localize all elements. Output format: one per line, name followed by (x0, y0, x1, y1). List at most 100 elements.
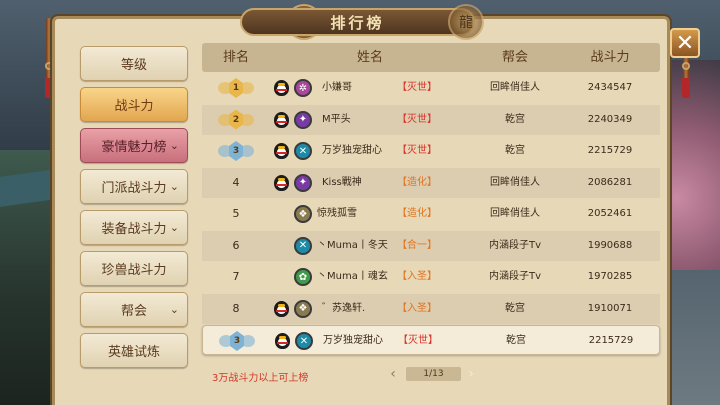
star-sect-icon: ✦ (294, 110, 312, 129)
table-row[interactable]: 1 ✲ 小嫌哥 【灭世】 回眸俏佳人 2434547 (202, 73, 660, 103)
table-row[interactable]: 6 ✕ 丶Muma丨冬天 【合一】 内涵段子Tv 1990688 (202, 230, 660, 261)
rank-number: 7 (232, 270, 240, 283)
sidebar-item[interactable]: 帮会 ⌄ (80, 292, 188, 327)
sidebar-item[interactable]: 豪情魅力榜 ⌄ (80, 128, 188, 163)
ranking-table: 排名 姓名 帮会 战斗力 1 ✲ 小嫌哥 【灭世】 回眸俏佳人 2434547 2 ✦ M平头【… (202, 43, 660, 363)
power-value: 1910071 (587, 302, 633, 314)
power-value: 2052461 (587, 208, 633, 219)
player-name[interactable]: 丶Muma丨冬天 (317, 231, 388, 261)
sidebar-item[interactable]: 战斗力 (80, 87, 188, 122)
realm-tag: 【造化】 (397, 176, 437, 188)
sidebar-item-label: 豪情魅力榜 (101, 140, 167, 155)
right-tassel-ornament (682, 78, 690, 98)
chevron-down-icon: ⌄ (169, 221, 179, 234)
power-value: 2215729 (588, 335, 634, 346)
realm-tag: 【入圣】 (397, 271, 437, 282)
player-name[interactable]: 丶Muma丨魂玄 (317, 262, 388, 292)
right-knot-ornament (682, 62, 690, 70)
guild-name: 回眸俏佳人 (490, 82, 540, 93)
gold-rank-badge-icon: 2 (218, 108, 254, 132)
shield-sect-icon: ❖ (294, 299, 312, 318)
guild-name: 回眸俏佳人 (490, 208, 540, 219)
cross-sect-icon: ✕ (294, 142, 312, 160)
qq-penguin-icon (274, 300, 289, 317)
table-row[interactable]: 2 ✦ M平头 【灭世】 乾宫 2240349 (202, 104, 660, 135)
player-name[interactable]: 惊残孤雪 (317, 199, 357, 229)
title-bar: 排行榜 (240, 8, 475, 36)
power-value: 2215729 (587, 145, 633, 156)
sidebar-item-label: 英雄试炼 (107, 345, 160, 360)
self-rank-row[interactable]: 3 ✕ 万岁独宠甜心 【灭世】 乾宫 2215729 (202, 325, 660, 355)
sidebar-item[interactable]: 装备战斗力 ⌄ (80, 210, 188, 245)
sidebar-item[interactable]: 珍兽战斗力 (80, 251, 188, 286)
header-guild: 帮会 (501, 50, 528, 65)
table-row[interactable]: 7 ✿ 丶Muma丨魂玄 【入圣】 内涵段子Tv 1970285 (202, 262, 660, 292)
blue-rank-badge-icon: 3 (218, 139, 254, 163)
leaf-sect-icon: ✿ (294, 268, 312, 286)
qq-penguin-icon (275, 333, 290, 349)
realm-tag: 【灭世】 (397, 145, 437, 156)
power-value: 2434547 (587, 82, 633, 93)
realm-tag: 【灭世】 (398, 335, 438, 346)
sidebar-item-label: 珍兽战斗力 (101, 263, 167, 278)
guild-name: 乾宫 (505, 302, 525, 314)
table-row[interactable]: 3 ✕ 万岁独宠甜心 【灭世】 乾宫 2215729 (202, 136, 660, 166)
guild-name: 乾宫 (506, 335, 526, 346)
sidebar-item[interactable]: 等级 (80, 46, 188, 81)
rank-number: 8 (232, 301, 240, 315)
header-power: 战斗力 (590, 50, 630, 65)
realm-tag: 【入圣】 (397, 302, 437, 314)
table-header: 排名 姓名 帮会 战斗力 (202, 43, 660, 72)
chevron-down-icon: ⌄ (169, 139, 179, 152)
player-name[interactable]: ゛苏逸轩. (322, 294, 365, 324)
table-row[interactable]: 4 ✦ Kiss戰神 【造化】 回眸俏佳人 2086281 (202, 167, 660, 198)
title-dragon-ornament-right: 龍 (448, 4, 484, 40)
sidebar-item[interactable]: 门派战斗力 ⌄ (80, 169, 188, 204)
sidebar-item-label: 战斗力 (114, 99, 154, 114)
rank-number: 5 (232, 207, 240, 220)
header-name: 姓名 (356, 50, 383, 65)
guild-name: 内涵段子Tv (488, 271, 542, 282)
power-value: 1970285 (587, 271, 633, 282)
player-name[interactable]: 万岁独宠甜心 (323, 326, 383, 356)
power-value: 2240349 (587, 113, 633, 125)
rank-number: 6 (232, 238, 240, 252)
qq-penguin-icon (274, 111, 289, 128)
guild-name: 回眸俏佳人 (490, 176, 540, 188)
qq-penguin-icon (274, 174, 289, 191)
chevron-down-icon: ⌄ (169, 180, 179, 193)
power-value: 2086281 (587, 176, 633, 188)
gear-sect-icon: ✲ (294, 79, 312, 97)
realm-tag: 【灭世】 (397, 82, 437, 93)
player-name[interactable]: 万岁独宠甜心 (322, 136, 382, 166)
player-name[interactable]: M平头 (322, 105, 351, 135)
guild-name: 乾宫 (505, 145, 525, 156)
sidebar-item[interactable]: 英雄试炼 (80, 333, 188, 368)
shield-sect-icon: ❖ (294, 205, 312, 223)
realm-tag: 【灭世】 (397, 113, 437, 125)
close-icon: ✕ (675, 30, 695, 56)
guild-name: 乾宫 (505, 113, 525, 125)
power-value: 1990688 (587, 239, 633, 251)
page-title: 排行榜 (330, 13, 385, 32)
rank-number: 4 (232, 175, 240, 189)
chevron-down-icon: ⌄ (169, 303, 179, 316)
star-sect-icon: ✦ (294, 173, 312, 192)
cross-sect-icon: ✕ (295, 332, 313, 350)
blue-rank-badge-icon: 3 (219, 329, 255, 353)
realm-tag: 【合一】 (397, 239, 437, 251)
ranking-threshold-note: 3万战斗力以上可上榜 (212, 373, 309, 384)
next-page-button[interactable]: › (464, 364, 478, 384)
gold-rank-badge-icon: 1 (218, 76, 254, 100)
prev-page-button[interactable]: ‹ (386, 364, 400, 384)
sidebar-item-label: 帮会 (120, 304, 147, 319)
sidebar-item-label: 装备战斗力 (101, 222, 167, 237)
player-name[interactable]: Kiss戰神 (322, 168, 362, 198)
realm-tag: 【造化】 (397, 208, 437, 219)
header-rank: 排名 (222, 50, 249, 65)
qq-penguin-icon (274, 80, 289, 96)
table-row[interactable]: 8 ❖ ゛苏逸轩. 【入圣】 乾宫 1910071 (202, 293, 660, 324)
player-name[interactable]: 小嫌哥 (322, 73, 352, 103)
table-row[interactable]: 5 ❖ 惊残孤雪 【造化】 回眸俏佳人 2052461 (202, 199, 660, 229)
close-button[interactable]: ✕ (670, 28, 700, 58)
